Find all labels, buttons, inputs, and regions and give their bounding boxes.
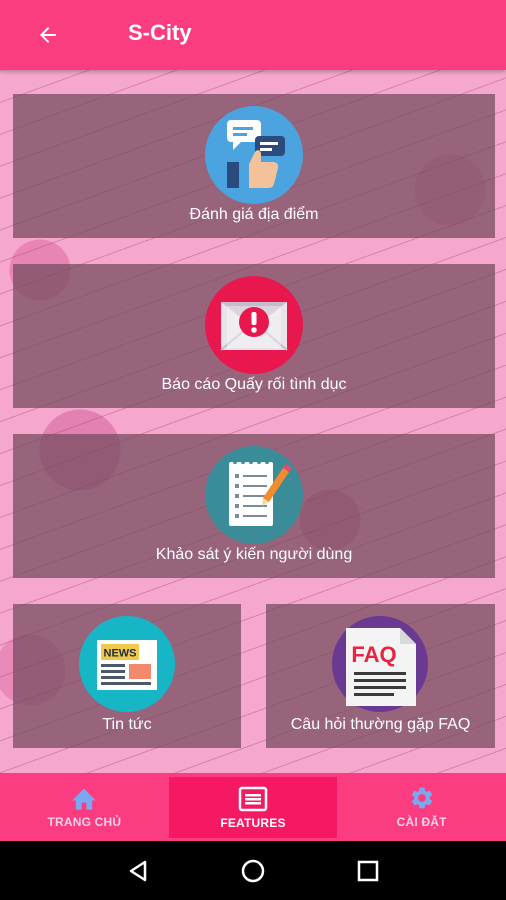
feature-card-faq[interactable]: FAQ Câu hỏi thường gặp FAQ [266,604,495,748]
system-back-button[interactable] [118,851,158,891]
bottom-navigation: TRANG CHỦ FEATURES CÀI ĐẶT [0,773,506,841]
feature-card-news[interactable]: NEWS Tin tức [13,604,241,748]
svg-text:NEWS: NEWS [104,648,137,660]
back-triangle-icon [129,860,146,881]
app-bar: S-City [0,0,506,70]
back-button[interactable] [30,17,66,53]
recents-square-icon [358,860,379,881]
feature-card-report-harassment[interactable]: Báo cáo Quấy rối tình dục [13,264,495,408]
gear-icon [411,787,432,809]
news-icon: NEWS [79,616,175,712]
feature-card-review-place[interactable]: Đánh giá địa điểm [13,94,495,238]
survey-notepad-icon [205,446,303,544]
feature-label: Báo cáo Quấy rối tình dục [161,376,347,393]
feature-card-user-survey[interactable]: Khảo sát ý kiến người dùng [13,434,495,578]
nav-label: FEATURES [220,815,286,830]
system-home-button[interactable] [233,851,273,891]
nav-label: TRANG CHỦ [47,815,122,829]
nav-item-features[interactable]: FEATURES [168,777,338,838]
review-chat-thumbsup-icon [205,106,303,204]
features-list-icon [238,786,268,811]
home-icon [72,788,96,810]
faq-icon: FAQ [332,616,428,712]
arrow-left-icon [40,27,56,43]
app-title: S-City [128,20,192,45]
feature-label: Khảo sát ý kiến người dùng [155,546,353,563]
nav-label: CÀI ĐẶT [396,815,447,829]
feature-label: Câu hỏi thường gặp FAQ [290,716,471,733]
system-recents-button[interactable] [348,851,388,891]
feature-label: Tin tức [102,716,152,733]
feature-label: Đánh giá địa điểm [189,206,319,223]
svg-text:FAQ: FAQ [351,642,396,667]
nav-item-home[interactable]: TRANG CHỦ [0,773,169,841]
nav-item-settings[interactable]: CÀI ĐẶT [337,773,506,841]
home-circle-icon [241,859,265,882]
report-alert-icon [205,276,303,374]
system-navigation-bar [0,841,506,900]
